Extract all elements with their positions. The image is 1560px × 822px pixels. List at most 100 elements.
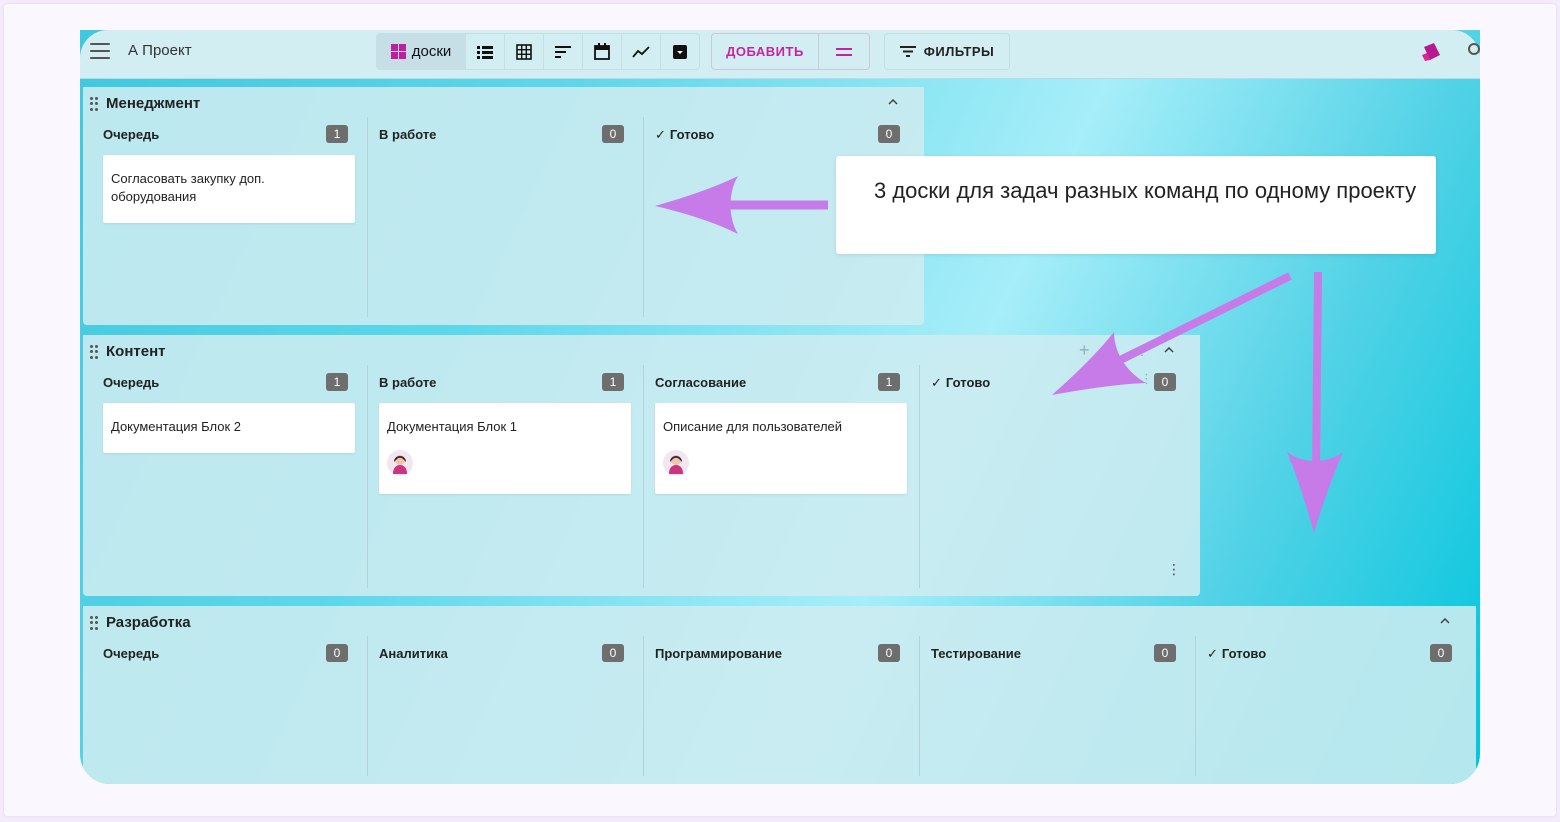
column-count-badge: 0 bbox=[878, 644, 900, 662]
board-header: Менеджмент bbox=[83, 87, 924, 117]
chevron-up-icon[interactable] bbox=[1440, 618, 1450, 624]
check-icon: ✓ bbox=[655, 127, 666, 142]
filters-button[interactable]: ФИЛЬТРЫ bbox=[884, 33, 1010, 70]
task-card[interactable]: Описание для пользователей bbox=[655, 403, 907, 494]
view-boards-button[interactable]: доски bbox=[377, 34, 466, 69]
view-table-button[interactable] bbox=[505, 34, 544, 69]
task-card[interactable]: Документация Блок 1 bbox=[379, 403, 631, 494]
board-title: Контент bbox=[106, 343, 166, 360]
view-analytics-button[interactable] bbox=[622, 34, 661, 69]
task-card-title: Описание для пользователей bbox=[663, 419, 843, 434]
column-count-badge: 0 bbox=[1430, 644, 1452, 662]
column-count-badge: 0 bbox=[1154, 373, 1176, 391]
column-queue: Очередь 0 bbox=[83, 636, 359, 776]
column-queue: Очередь 1 Согласовать закупку доп. обору… bbox=[83, 117, 359, 317]
table-icon bbox=[516, 43, 532, 60]
gantt-icon bbox=[555, 45, 571, 58]
check-icon: ✓ bbox=[931, 375, 942, 390]
column-name: В работе bbox=[379, 127, 437, 142]
user-avatar-icon bbox=[669, 455, 683, 474]
assignee-avatar[interactable] bbox=[387, 450, 413, 476]
add-column-icon[interactable]: + bbox=[1079, 340, 1090, 361]
task-card[interactable]: Документация Блок 2 bbox=[103, 403, 355, 453]
search-icon[interactable] bbox=[1468, 43, 1480, 55]
calendar-icon bbox=[594, 43, 610, 60]
column-name: Аналитика bbox=[379, 646, 448, 661]
assignee-avatar[interactable] bbox=[663, 450, 689, 476]
board-header: Разработка bbox=[83, 606, 1476, 636]
task-card-title: Документация Блок 1 bbox=[387, 419, 517, 434]
board-management: Менеджмент Очередь 1 Согласовать закупку… bbox=[83, 87, 924, 325]
user-avatar-icon bbox=[393, 455, 407, 474]
column-name: Тестирование bbox=[931, 646, 1021, 661]
column-count-badge: 0 bbox=[1154, 644, 1176, 662]
column-in-progress: В работе 0 bbox=[359, 117, 635, 317]
column-name: ✓ Готово bbox=[1207, 646, 1267, 661]
column-count-badge: 1 bbox=[326, 373, 348, 391]
column-done: ✓ Готово 0 bbox=[1187, 636, 1463, 776]
equals-icon bbox=[836, 47, 852, 56]
task-card-title: Документация Блок 2 bbox=[111, 419, 241, 434]
list-icon bbox=[477, 45, 493, 59]
chart-line-icon bbox=[632, 45, 650, 58]
kebab-menu-icon[interactable]: ⋮ bbox=[1167, 561, 1181, 578]
project-title: А Проект bbox=[128, 42, 192, 59]
column-count-badge: 1 bbox=[878, 373, 900, 391]
column-count-badge: 1 bbox=[602, 373, 624, 391]
view-boards-label: доски bbox=[411, 43, 452, 60]
column-name: ✓ Готово bbox=[655, 127, 715, 142]
board-title: Разработка bbox=[106, 614, 191, 631]
board-title: Менеджмент bbox=[106, 95, 201, 112]
column-name: Очередь bbox=[103, 375, 160, 390]
chevron-up-icon[interactable] bbox=[1164, 347, 1174, 353]
view-calendar-button[interactable] bbox=[583, 34, 622, 69]
add-button[interactable]: ДОБАВИТЬ bbox=[712, 34, 819, 69]
column-name: Программирование bbox=[655, 646, 783, 661]
chevron-up-icon[interactable] bbox=[888, 99, 898, 105]
board-header: Контент + ⋮ bbox=[83, 335, 1200, 365]
column-count-badge: 1 bbox=[326, 125, 348, 143]
drag-handle-icon[interactable] bbox=[90, 616, 98, 630]
task-card-title: Согласовать закупку доп. оборудования bbox=[111, 171, 265, 204]
add-card-icon[interactable]: + bbox=[1087, 369, 1096, 387]
view-list-button[interactable] bbox=[466, 34, 505, 69]
filters-label: ФИЛЬТРЫ bbox=[923, 44, 995, 59]
kanban-app: А Проект доски ДОБАВИТЬ ФИЛЬТРЫ Менеджме… bbox=[80, 30, 1480, 784]
boards-icon bbox=[390, 44, 406, 59]
view-gantt-button[interactable] bbox=[544, 34, 583, 69]
column-count-badge: 0 bbox=[602, 644, 624, 662]
column-approval: Согласование 1 Описание для пользователе… bbox=[635, 365, 911, 588]
column-count-badge: 0 bbox=[878, 125, 900, 143]
column-done: ✓ Готово + ⋮ 0 ⋮ bbox=[911, 365, 1187, 588]
column-testing: Тестирование 0 bbox=[911, 636, 1187, 776]
board-content: Контент + ⋮ Очередь 1 Документация Блок … bbox=[83, 335, 1200, 596]
column-name: В работе bbox=[379, 375, 437, 390]
filter-icon bbox=[899, 46, 916, 57]
view-archive-button[interactable] bbox=[661, 34, 699, 69]
column-name: Очередь bbox=[103, 127, 160, 142]
column-count-badge: 0 bbox=[602, 125, 624, 143]
board-development: Разработка Очередь 0 Аналитика 0 Програм… bbox=[83, 606, 1476, 784]
check-icon: ✓ bbox=[1207, 646, 1218, 661]
archive-icon bbox=[673, 44, 687, 59]
drag-handle-icon[interactable] bbox=[90, 345, 98, 359]
app-logo-icon bbox=[1422, 43, 1440, 61]
drag-handle-icon[interactable] bbox=[90, 97, 98, 111]
column-programming: Программирование 0 bbox=[635, 636, 911, 776]
column-name: ✓ Готово bbox=[931, 375, 991, 390]
column-analytics: Аналитика 0 bbox=[359, 636, 635, 776]
column-in-progress: В работе 1 Документация Блок 1 bbox=[359, 365, 635, 588]
column-name: Очередь bbox=[103, 646, 160, 661]
column-more-icon[interactable]: ⋮ bbox=[1140, 371, 1153, 387]
annotation-text: 3 доски для задач разных команд по одном… bbox=[874, 178, 1417, 203]
view-switcher: доски bbox=[376, 33, 700, 70]
add-button-group: ДОБАВИТЬ bbox=[711, 33, 870, 70]
hamburger-menu-icon[interactable] bbox=[90, 43, 110, 59]
annotation-callout: 3 доски для задач разных команд по одном… bbox=[836, 156, 1436, 254]
task-card[interactable]: Согласовать закупку доп. оборудования bbox=[103, 155, 355, 223]
column-count-badge: 0 bbox=[326, 644, 348, 662]
column-name: Согласование bbox=[655, 375, 747, 390]
app-bar: А Проект доски ДОБАВИТЬ ФИЛЬТРЫ bbox=[80, 30, 1480, 79]
add-options-button[interactable] bbox=[819, 34, 869, 69]
more-icon[interactable]: ⋮ bbox=[1136, 344, 1148, 358]
